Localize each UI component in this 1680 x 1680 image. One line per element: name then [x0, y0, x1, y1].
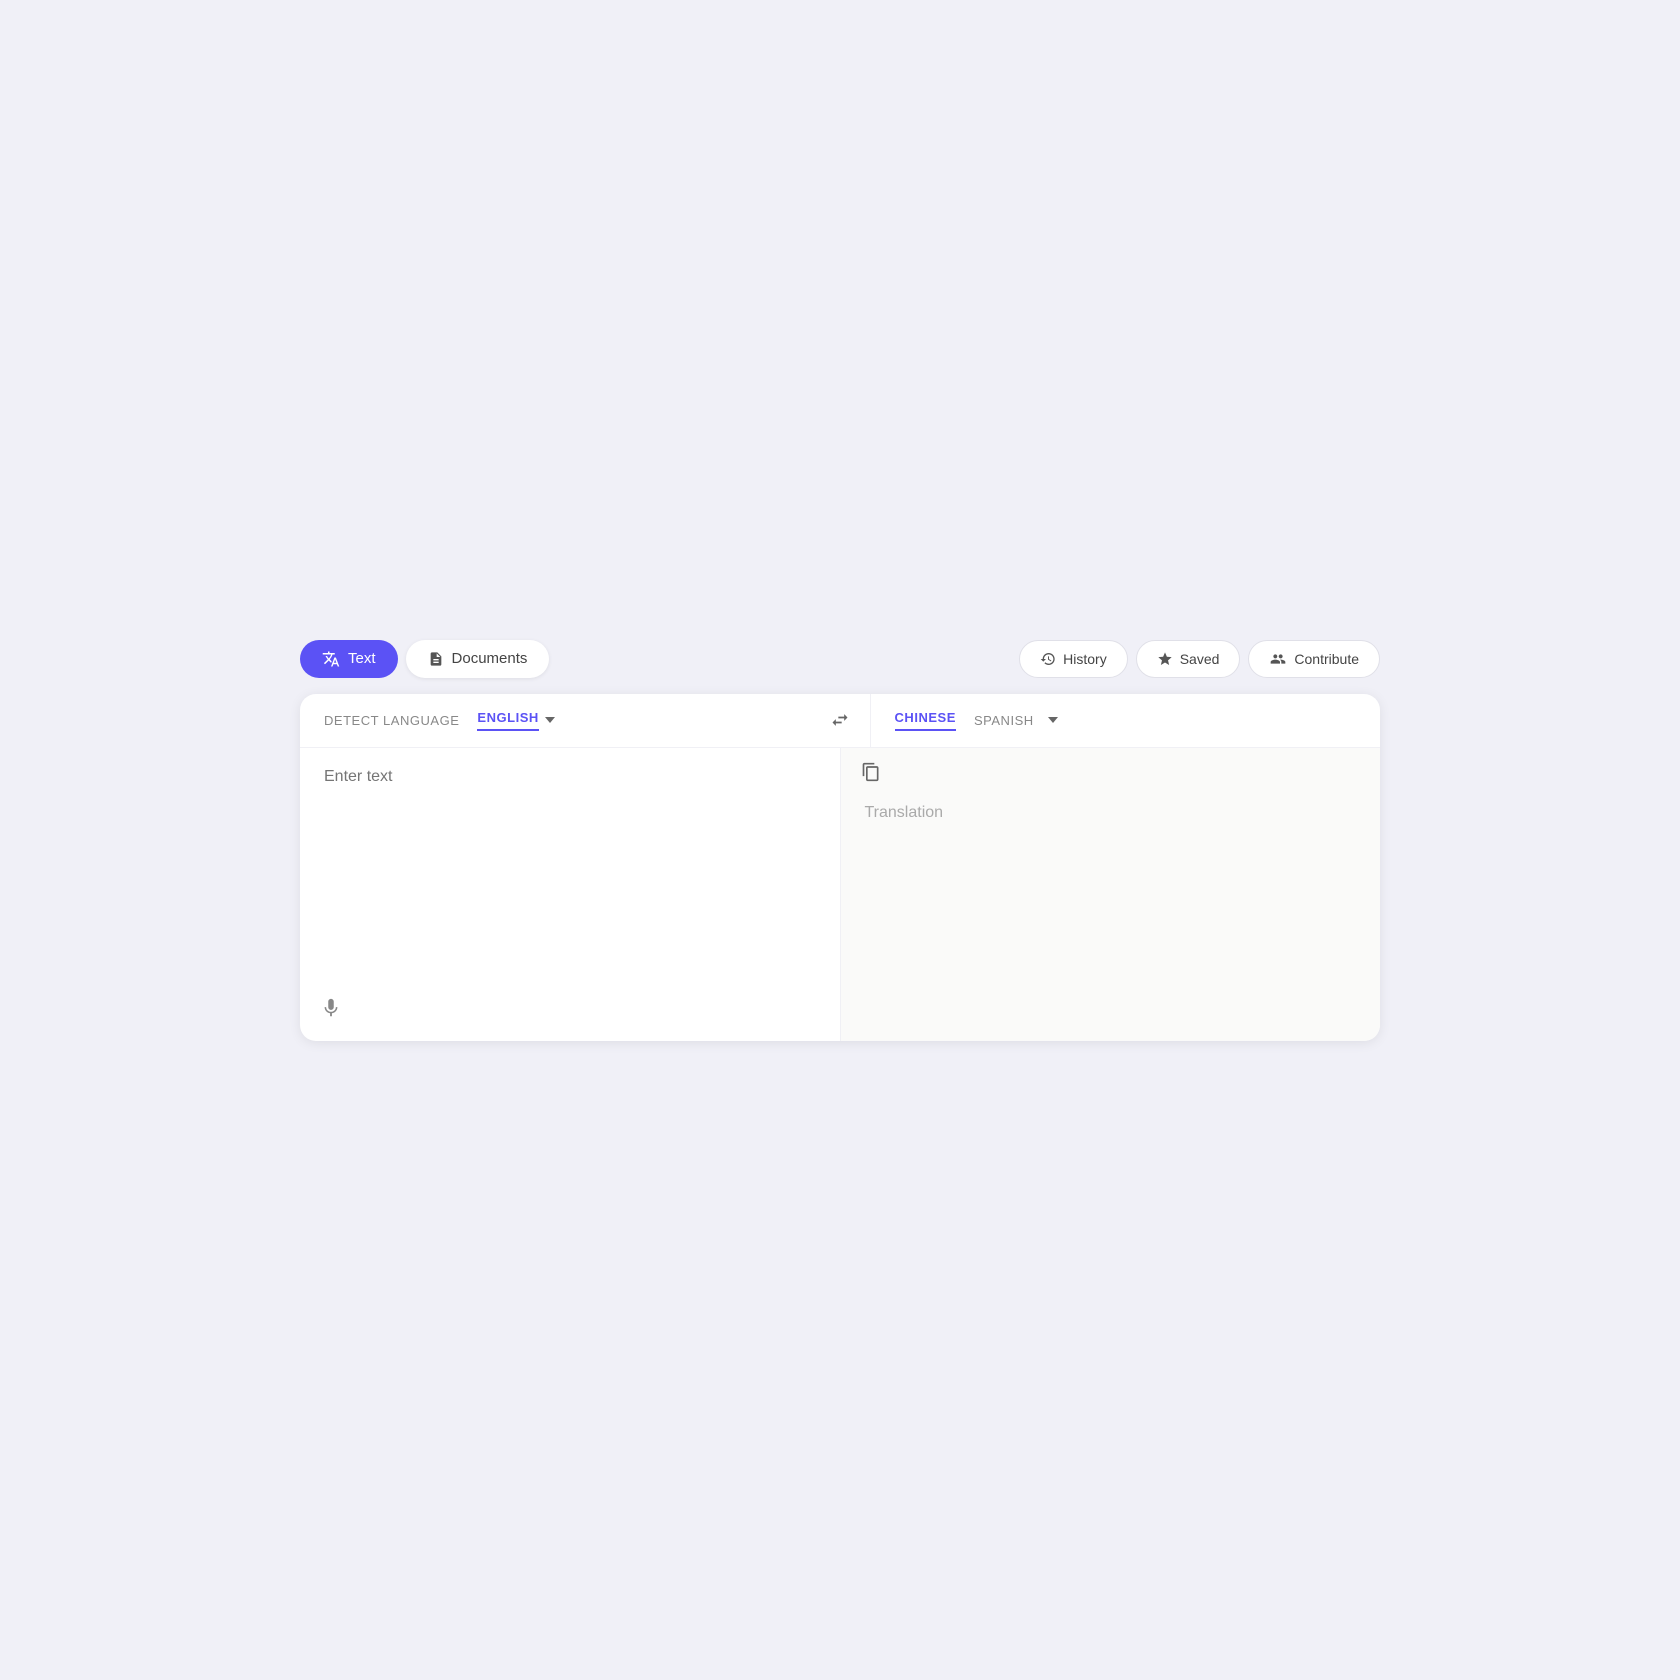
contribute-label: Contribute	[1294, 651, 1359, 667]
text-tab[interactable]: Text	[300, 640, 398, 678]
documents-tab[interactable]: Documents	[406, 640, 550, 678]
detect-language-label[interactable]: DETECT LANGUAGE	[324, 713, 459, 728]
text-tab-label: Text	[348, 650, 376, 667]
copy-icon	[861, 762, 881, 782]
swap-button-wrapper	[810, 710, 870, 730]
history-icon	[1040, 651, 1056, 667]
mic-icon	[320, 997, 342, 1019]
translation-placeholder: Translation	[865, 804, 1357, 822]
top-nav: Text Documents History	[300, 640, 1380, 678]
documents-tab-label: Documents	[452, 650, 528, 667]
microphone-button[interactable]	[320, 997, 342, 1025]
target-language-selector: CHINESE SPANISH	[870, 694, 1381, 747]
chevron-down-icon	[545, 717, 555, 723]
app-container: Text Documents History	[300, 640, 1380, 1041]
left-tabs: Text Documents	[300, 640, 549, 678]
target-language-option[interactable]: SPANISH	[974, 713, 1034, 728]
saved-label: Saved	[1180, 651, 1220, 667]
target-language-dropdown[interactable]	[1042, 713, 1064, 727]
document-icon	[428, 651, 444, 667]
source-text-input[interactable]	[324, 768, 816, 988]
target-text-area: Translation	[841, 748, 1381, 1041]
star-icon	[1157, 651, 1173, 667]
chevron-down-icon	[1048, 717, 1058, 723]
text-areas-row: Translation	[300, 748, 1380, 1041]
swap-icon	[830, 710, 850, 730]
contribute-button[interactable]: Contribute	[1248, 640, 1380, 678]
source-language-selected[interactable]: ENGLISH	[477, 710, 538, 731]
copy-button[interactable]	[861, 762, 881, 787]
people-icon	[1269, 651, 1287, 667]
source-text-area	[300, 748, 841, 1041]
saved-button[interactable]: Saved	[1136, 640, 1241, 678]
swap-languages-button[interactable]	[830, 710, 850, 730]
language-row: DETECT LANGUAGE ENGLISH CHINESE SPANISH	[300, 694, 1380, 748]
history-label: History	[1063, 651, 1107, 667]
target-language-selected[interactable]: CHINESE	[895, 710, 956, 731]
translate-icon	[322, 650, 340, 668]
translation-panel: DETECT LANGUAGE ENGLISH CHINESE SPANISH	[300, 694, 1380, 1041]
right-actions: History Saved Contribute	[1019, 640, 1380, 678]
history-button[interactable]: History	[1019, 640, 1128, 678]
source-language-dropdown[interactable]	[539, 713, 561, 727]
source-language-selector: DETECT LANGUAGE ENGLISH	[300, 694, 810, 747]
